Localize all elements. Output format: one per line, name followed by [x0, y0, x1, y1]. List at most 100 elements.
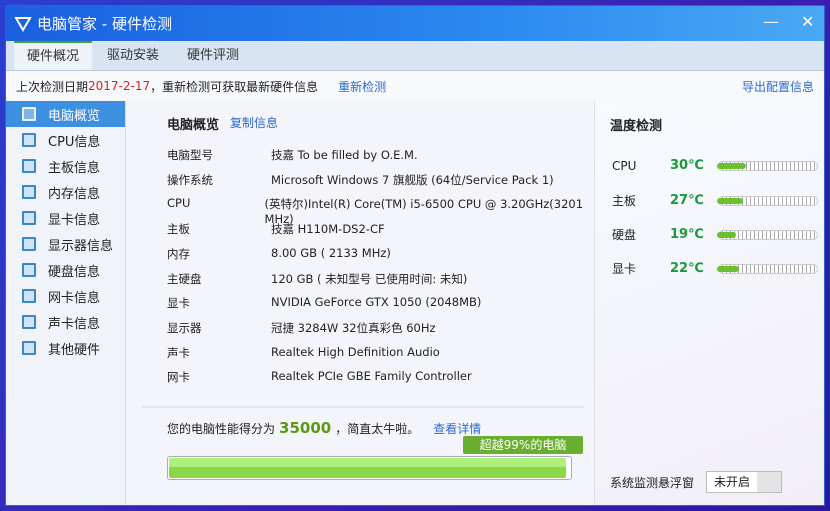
temp-value: 19℃ [670, 227, 704, 242]
export-config-link[interactable]: 导出配置信息 [742, 78, 814, 95]
temperature-title: 温度检测 [610, 119, 663, 134]
overview-panel: 电脑概览 复制信息 电脑型号 技嘉 To be filled by O.E.M. 操… [127, 101, 594, 505]
info-value: 8.00 GB ( 2133 MHz) [271, 245, 391, 260]
info-key: 显示器 [167, 320, 202, 335]
score-value: 35000 [279, 419, 332, 437]
thermometer-fill [717, 231, 736, 238]
hardware-detection-window: 电脑管家 - 硬件检测 — ✕ 硬件概况 驱动安装 硬件评测 上次检测日期 20… [5, 5, 825, 506]
info-row: 网卡 Realtek PCIe GBE Family Controller [167, 369, 472, 385]
info-value: Realtek High Definition Audio [271, 344, 440, 359]
thermometer-gauge [717, 229, 818, 240]
window-title: 电脑管家 - 硬件检测 [37, 15, 172, 33]
info-key: 内存 [167, 246, 190, 261]
view-details-link[interactable]: 查看详情 [433, 420, 481, 437]
sidebar-item[interactable]: 内存信息 [6, 179, 125, 205]
temperature-row: 显卡 22℃ [612, 260, 822, 277]
info-value: 技嘉 To be filled by O.E.M. [271, 148, 418, 162]
temp-label: CPU [612, 158, 637, 173]
sidebar-item[interactable]: 显示器信息 [6, 231, 125, 257]
temperature-panel: 温度检测 CPU 30℃ 主板 27℃ 硬盘 19℃ 显卡 22℃ 系统监测悬浮窗 未开启 [594, 101, 824, 505]
sidebar-item-label: 主板信息 [48, 160, 101, 176]
sound-card-icon [22, 315, 36, 329]
info-value: Microsoft Windows 7 旗舰版 (64位/Service Pac… [271, 172, 554, 187]
rank-badge: 超越99%的电脑 [463, 436, 583, 454]
sidebar-item[interactable]: 声卡信息 [6, 309, 125, 335]
shield-logo-icon [14, 16, 32, 32]
sidebar-item[interactable]: CPU信息 [6, 127, 125, 153]
info-key: 声卡 [167, 345, 190, 360]
tab-hardware-benchmark[interactable]: 硬件评测 [174, 41, 252, 70]
thermometer-fill [717, 197, 744, 204]
sidebar-item[interactable]: 显卡信息 [6, 205, 125, 231]
sidebar-item[interactable]: 电脑概览 [6, 101, 125, 127]
info-key: 网卡 [167, 370, 190, 385]
tab-driver-install[interactable]: 驱动安装 [94, 41, 172, 70]
title-bar: 电脑管家 - 硬件检测 — ✕ [6, 6, 824, 41]
sidebar-item-label: 内存信息 [48, 186, 101, 202]
thermometer-gauge [717, 160, 818, 171]
thermometer-gauge [717, 263, 818, 274]
info-value: 冠捷 3284W 32位真彩色 60Hz [271, 320, 436, 335]
monitor-icon [22, 237, 36, 251]
thermometer-fill [717, 265, 739, 272]
monitor-float-toggle[interactable]: 未开启 [706, 471, 783, 493]
temp-value: 27℃ [670, 193, 704, 208]
score-progress-fill [169, 458, 566, 478]
monitor-float-setting: 系统监测悬浮窗 未开启 [610, 471, 783, 493]
info-key: 主硬盘 [167, 271, 202, 286]
sidebar-item-label: CPU信息 [48, 134, 101, 150]
motherboard-icon [22, 159, 36, 173]
thermometer-gauge [717, 195, 818, 206]
temperature-row: 硬盘 19℃ [612, 226, 822, 243]
info-row: 电脑型号 技嘉 To be filled by O.E.M. [167, 147, 418, 163]
temp-label: 主板 [612, 194, 637, 208]
score-line: 您的电脑性能得分为 35000 ，简直太牛啦。 查看详情 [167, 419, 481, 437]
clipboard-icon [22, 107, 36, 121]
info-key: 显卡 [167, 296, 190, 311]
overview-title: 电脑概览 [167, 118, 220, 133]
monitor-float-label: 系统监测悬浮窗 [610, 475, 695, 490]
last-check-hint: ，重新检测可获取最新硬件信息 [150, 79, 319, 94]
score-suffix: ，简直太牛啦。 [335, 421, 420, 436]
tab-bar: 硬件概况 驱动安装 硬件评测 [6, 41, 824, 71]
minimize-button[interactable]: — [763, 12, 779, 31]
info-row: 操作系统 Microsoft Windows 7 旗舰版 (64位/Service… [167, 172, 554, 188]
info-key: 主板 [167, 222, 190, 237]
thermometer-fill [717, 162, 747, 169]
gpu-icon [22, 211, 36, 225]
temperature-row: 主板 27℃ [612, 192, 822, 209]
temp-label: 硬盘 [612, 228, 637, 242]
memory-icon [22, 185, 36, 199]
info-key: 操作系统 [167, 172, 213, 187]
sidebar-item-label: 电脑概览 [48, 108, 101, 124]
tab-hardware-overview[interactable]: 硬件概况 [14, 41, 92, 70]
sidebar-item[interactable]: 主板信息 [6, 153, 125, 179]
temp-label: 显卡 [612, 262, 637, 276]
close-button[interactable]: ✕ [801, 12, 814, 31]
sidebar-item-label: 硬盘信息 [48, 264, 101, 280]
score-prefix: 您的电脑性能得分为 [167, 421, 276, 436]
sidebar-item[interactable]: 硬盘信息 [6, 257, 125, 283]
divider [142, 406, 584, 408]
info-row: 主板 技嘉 H110M-DS2-CF [167, 221, 385, 237]
harddisk-icon [22, 263, 36, 277]
info-bar: 上次检测日期 2017-2-17 ，重新检测可获取最新硬件信息 重新检测 导出配… [6, 71, 824, 101]
sidebar-item-label: 显示器信息 [48, 238, 114, 254]
sidebar-item[interactable]: 网卡信息 [6, 283, 125, 309]
info-row: 声卡 Realtek High Definition Audio [167, 345, 440, 361]
info-row: 主硬盘 120 GB ( 未知型号 已使用时间: 未知) [167, 271, 467, 287]
sidebar-item-label: 声卡信息 [48, 316, 101, 332]
temperature-row: CPU 30℃ [612, 158, 822, 173]
info-key: 电脑型号 [167, 148, 213, 162]
temp-value: 30℃ [670, 158, 704, 173]
score-progress-bar [167, 456, 572, 480]
last-check-date: 2017-2-17 [88, 79, 151, 93]
recheck-link[interactable]: 重新检测 [338, 78, 386, 95]
sidebar-item-label: 显卡信息 [48, 212, 101, 228]
info-value: NVIDIA GeForce GTX 1050 (2048MB) [271, 295, 482, 310]
sidebar-item[interactable]: 其他硬件 [6, 335, 125, 361]
info-row: 显示器 冠捷 3284W 32位真彩色 60Hz [167, 320, 436, 336]
last-check-label: 上次检测日期 [16, 79, 89, 94]
cpu-icon [22, 133, 36, 147]
copy-info-link[interactable]: 复制信息 [230, 114, 278, 131]
